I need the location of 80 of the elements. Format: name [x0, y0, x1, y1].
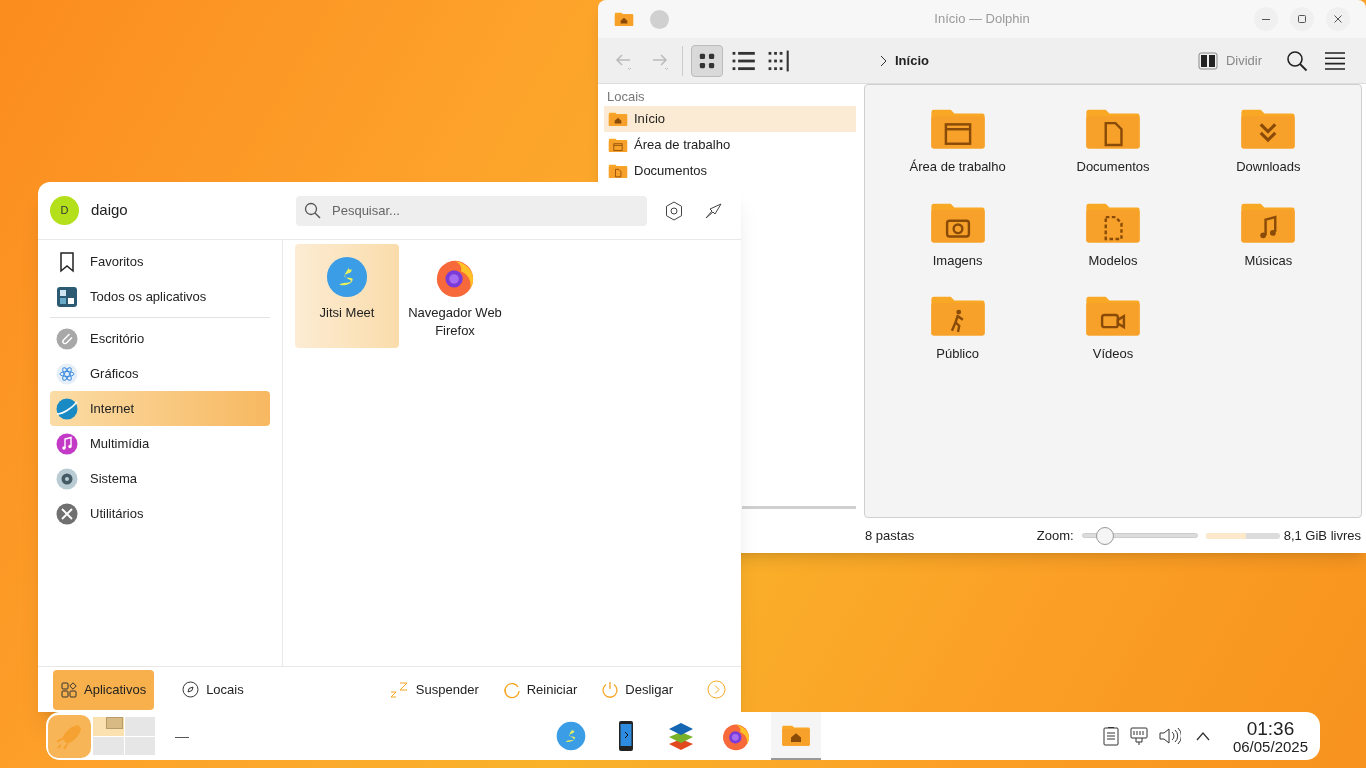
breadcrumb-item[interactable]: Início [895, 50, 929, 71]
user-name: daigo [91, 200, 128, 221]
desktop-thumbnail[interactable] [93, 736, 124, 755]
folder-label[interactable]: Público [936, 344, 979, 364]
menu-icon[interactable] [1324, 50, 1346, 71]
shutdown-button[interactable]: Desligar [601, 679, 673, 700]
tools-icon [56, 502, 78, 525]
sidebar-heading: Locais [606, 88, 646, 106]
settings-icon[interactable] [665, 200, 683, 221]
category-item[interactable]: Todos os aplicativos [50, 279, 270, 314]
sidebar-item[interactable]: Área de trabalho [604, 132, 856, 158]
sleep-button[interactable]: Suspender [389, 679, 479, 700]
browser-icon [721, 721, 751, 751]
home-folder-icon [614, 11, 634, 27]
folder-label[interactable]: Documentos [1076, 157, 1150, 177]
app-icon [556, 721, 586, 751]
clock-date[interactable]: 06/05/2025 [1232, 738, 1308, 754]
window-title: Início — Dolphin [934, 10, 1030, 29]
launcher-tab[interactable]: Locais [174, 669, 252, 710]
paperclip-icon [56, 327, 78, 350]
sidebar-item[interactable]: Documentos [604, 158, 856, 184]
desktop-thumbnail[interactable] [124, 736, 155, 755]
chevron-icon [879, 54, 887, 67]
category-item[interactable]: Multimídia [50, 426, 270, 461]
apps-icon [61, 681, 77, 698]
folder-icon [608, 111, 628, 127]
clipboard-icon[interactable] [1102, 726, 1119, 746]
folder-icon [608, 163, 628, 179]
status-text: 8 pastas [865, 526, 915, 545]
music-note-icon [56, 432, 78, 455]
launcher-tab[interactable]: Aplicativos [53, 669, 155, 710]
restart-icon [502, 680, 521, 699]
scrollbar[interactable] [742, 506, 856, 509]
split-view-icon [1197, 51, 1218, 70]
power-icon [601, 680, 620, 699]
folder-label[interactable]: Vídeos [1092, 344, 1134, 364]
folder-label[interactable]: Downloads [1236, 157, 1301, 177]
category-item[interactable]: Favoritos [50, 244, 270, 279]
category-item[interactable]: Utilitários [50, 496, 270, 531]
icon-view-button[interactable] [691, 44, 723, 77]
folder-label[interactable]: Imagens [932, 250, 983, 270]
clock-time[interactable]: 01:36 [1246, 718, 1295, 738]
compass-icon [182, 681, 200, 698]
category-item[interactable]: Internet [50, 391, 270, 426]
free-space-label: 8,1 GiB livres [1283, 526, 1361, 545]
folder-icon [608, 137, 628, 153]
user-avatar[interactable]: D [50, 196, 79, 225]
search-field[interactable]: Pesquisar... [296, 195, 647, 226]
taskbar-label: — [175, 726, 189, 746]
folder-label[interactable]: Músicas [1244, 250, 1293, 270]
globe-icon [56, 397, 78, 420]
app-tile[interactable]: Jitsi Meet [295, 244, 399, 348]
search-icon[interactable] [1286, 49, 1308, 72]
flower-icon [56, 362, 78, 385]
close-button[interactable] [1326, 7, 1350, 31]
gear-icon [56, 467, 78, 490]
expand-tray-icon[interactable] [1195, 731, 1210, 741]
category-item[interactable]: Sistema [50, 461, 270, 496]
category-item[interactable]: Escritório [50, 321, 270, 356]
desktop-thumbnail[interactable] [93, 717, 124, 736]
network-icon[interactable] [1129, 726, 1148, 746]
sleep-icon [389, 681, 410, 698]
task-button[interactable] [771, 712, 821, 760]
app-grid-icon [56, 285, 78, 308]
search-icon [304, 201, 321, 219]
desktop-thumbnail[interactable] [124, 717, 155, 736]
zoom-label: Zoom: [1036, 526, 1074, 545]
folder-label[interactable]: Área de trabalho [909, 157, 1006, 177]
restart-button[interactable]: Reiniciar [502, 679, 578, 700]
category-item[interactable]: Gráficos [50, 356, 270, 391]
app-icon [326, 256, 368, 298]
folder-icon [781, 723, 811, 747]
zoom-slider[interactable] [1081, 525, 1198, 546]
sidebar-item[interactable]: Início [604, 106, 856, 132]
app-tile[interactable]: Navegador Web Firefox [403, 244, 507, 348]
maximize-button[interactable] [1290, 7, 1314, 31]
folder-label[interactable]: Modelos [1088, 250, 1138, 270]
volume-icon[interactable] [1158, 727, 1181, 745]
pin-icon[interactable] [705, 201, 723, 220]
window-thumbnail [106, 717, 123, 729]
